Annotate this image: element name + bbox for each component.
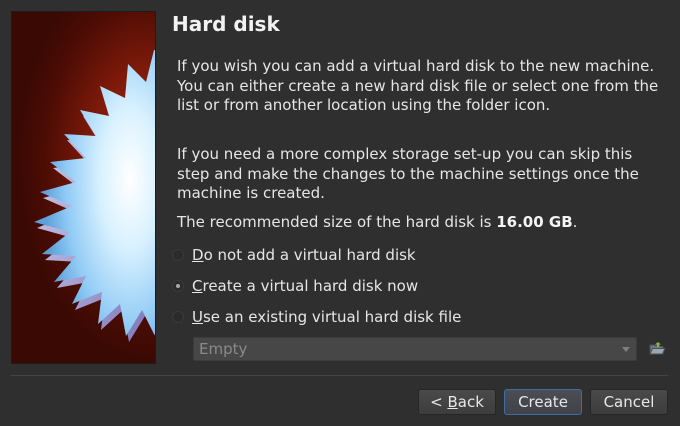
advanced-storage-paragraph: If you need a more complex storage set-u… bbox=[177, 145, 639, 202]
back-button[interactable]: < Back bbox=[418, 389, 496, 415]
radio-label: Create a virtual hard disk now bbox=[192, 277, 419, 295]
choose-disk-folder-button[interactable] bbox=[647, 339, 667, 359]
page-title: Hard disk bbox=[172, 12, 280, 36]
recommended-size-prefix: The recommended size of the hard disk is bbox=[177, 213, 497, 231]
folder-open-icon bbox=[649, 342, 666, 355]
intro-paragraph: If you wish you can add a virtual hard d… bbox=[177, 57, 659, 114]
radio-indicator[interactable] bbox=[172, 249, 184, 261]
radio-label: Use an existing virtual hard disk file bbox=[192, 308, 462, 326]
existing-disk-select-value: Empty bbox=[199, 340, 248, 358]
chevron-down-icon bbox=[622, 347, 630, 352]
radio-no-hard-disk[interactable]: Do not add a virtual hard disk bbox=[172, 244, 416, 266]
button-separator bbox=[11, 375, 668, 376]
radio-label: Do not add a virtual hard disk bbox=[192, 246, 416, 264]
wizard-banner bbox=[11, 11, 156, 364]
cancel-button[interactable]: Cancel bbox=[590, 389, 668, 415]
existing-disk-select[interactable]: Empty bbox=[193, 337, 637, 361]
radio-indicator-checked[interactable] bbox=[172, 280, 184, 292]
radio-indicator[interactable] bbox=[172, 311, 184, 323]
radio-use-existing-hard-disk[interactable]: Use an existing virtual hard disk file bbox=[172, 306, 461, 328]
create-button[interactable]: Create bbox=[504, 389, 582, 415]
recommended-size-text: The recommended size of the hard disk is… bbox=[177, 213, 667, 233]
recommended-size-suffix: . bbox=[572, 213, 578, 231]
starburst-disk-banner-icon bbox=[34, 50, 155, 342]
recommended-size-value: 16.00 GB bbox=[496, 213, 573, 231]
radio-create-hard-disk[interactable]: Create a virtual hard disk now bbox=[172, 275, 418, 297]
